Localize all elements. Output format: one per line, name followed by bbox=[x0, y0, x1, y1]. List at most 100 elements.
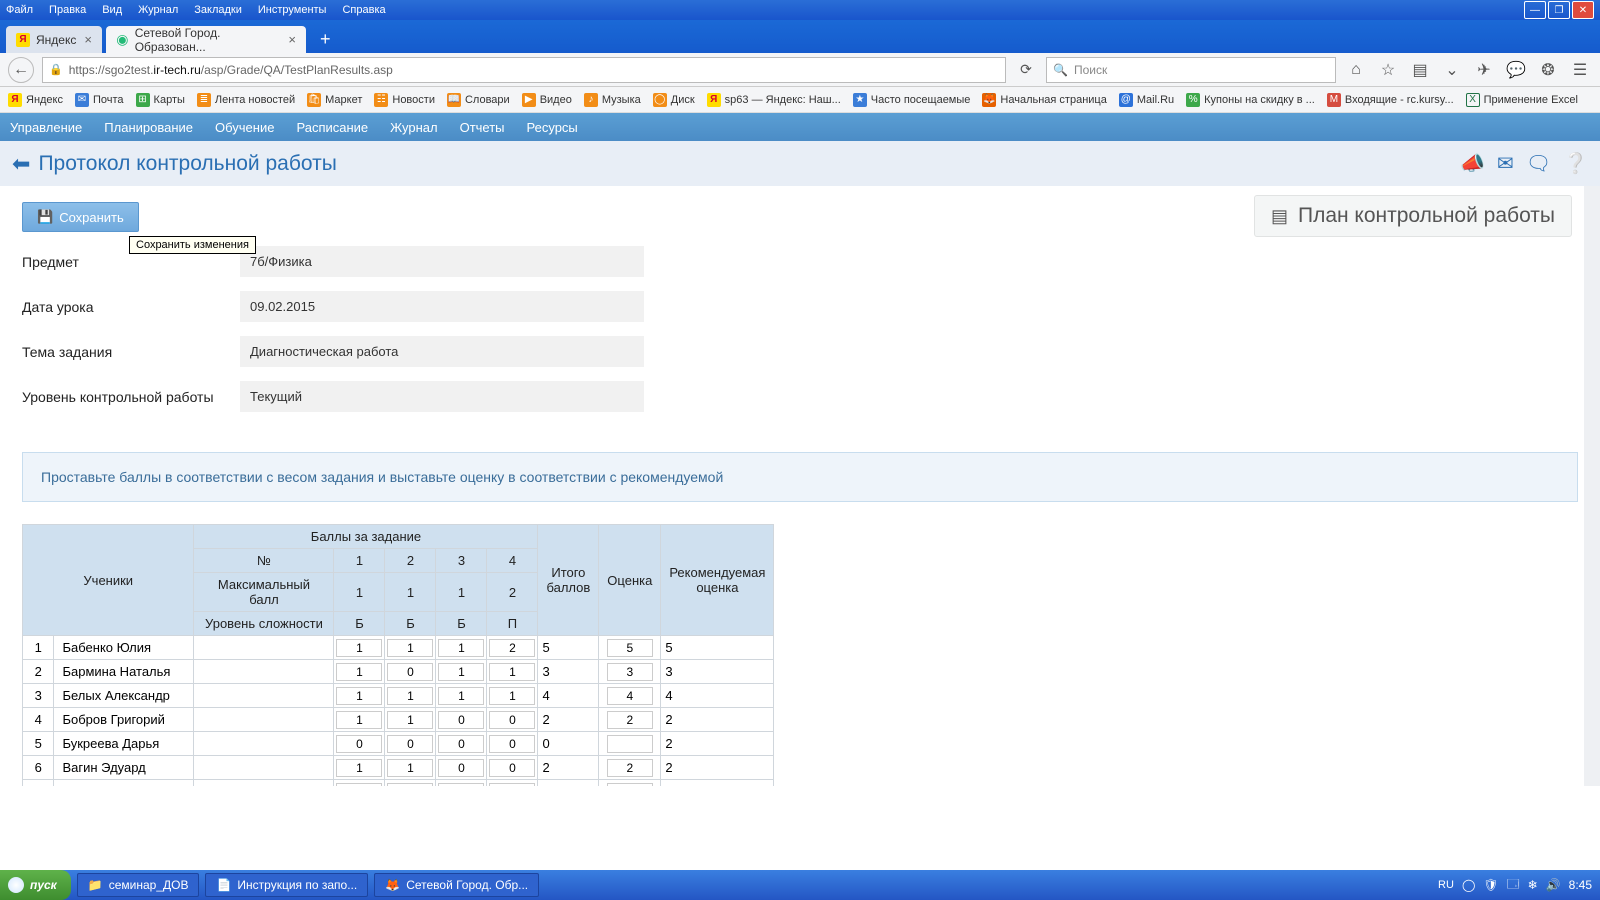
clock[interactable]: 8:45 bbox=[1569, 878, 1592, 892]
score-input[interactable] bbox=[336, 663, 382, 681]
score-input[interactable] bbox=[387, 639, 433, 657]
bookmark-item[interactable]: 🛍Маркет bbox=[307, 93, 362, 107]
home-icon[interactable]: ⌂ bbox=[1344, 61, 1368, 79]
tray-icon[interactable]: 🛡 bbox=[1483, 878, 1498, 892]
bookmark-item[interactable]: ☷Новости bbox=[374, 93, 435, 107]
taskbar-item[interactable]: 📁семинар_ДОВ bbox=[77, 873, 200, 897]
bookmark-item[interactable]: %Купоны на скидку в ... bbox=[1186, 93, 1315, 107]
score-input[interactable] bbox=[387, 687, 433, 705]
nav-item[interactable]: Ресурсы bbox=[527, 120, 578, 135]
bookmark-item[interactable]: 🦊Начальная страница bbox=[982, 93, 1106, 107]
grade-input[interactable] bbox=[607, 783, 653, 787]
bookmark-star-icon[interactable]: ☆ bbox=[1376, 60, 1400, 80]
bookmark-item[interactable]: Яsp63 — Яндекс: Наш... bbox=[707, 93, 841, 107]
bookmark-item[interactable]: MВходящие - rc.kursy... bbox=[1327, 93, 1454, 107]
bookmark-item[interactable]: ♪Музыка bbox=[584, 93, 641, 107]
nav-item[interactable]: Журнал bbox=[390, 120, 437, 135]
bookmark-item[interactable]: ◯Диск bbox=[653, 93, 695, 107]
bookmark-item[interactable]: ≣Лента новостей bbox=[197, 93, 295, 107]
url-bar[interactable]: 🔒 https://sgo2test.ir-tech.ru/asp/Grade/… bbox=[42, 57, 1006, 83]
grade-input[interactable] bbox=[607, 735, 653, 753]
score-input[interactable] bbox=[387, 663, 433, 681]
window-maximize-button[interactable]: ❐ bbox=[1548, 1, 1570, 19]
os-menu-item[interactable]: Правка bbox=[49, 4, 86, 16]
addon-icon[interactable]: ❂ bbox=[1536, 60, 1560, 80]
nav-item[interactable]: Планирование bbox=[104, 120, 193, 135]
browser-tab[interactable]: Я Яндекс × bbox=[6, 26, 102, 53]
score-input[interactable] bbox=[489, 711, 535, 729]
taskbar-item[interactable]: 📄Инструкция по запо... bbox=[205, 873, 368, 897]
tray-icon[interactable]: ❄ bbox=[1528, 878, 1538, 892]
score-input[interactable] bbox=[336, 783, 382, 787]
nav-item[interactable]: Управление bbox=[10, 120, 82, 135]
score-input[interactable] bbox=[438, 711, 484, 729]
score-input[interactable] bbox=[336, 735, 382, 753]
window-minimize-button[interactable]: — bbox=[1524, 1, 1546, 19]
reload-button[interactable]: ⟳ bbox=[1014, 61, 1038, 78]
score-input[interactable] bbox=[336, 687, 382, 705]
score-input[interactable] bbox=[387, 735, 433, 753]
score-input[interactable] bbox=[489, 759, 535, 777]
bookmark-item[interactable]: XПрименение Excel bbox=[1466, 93, 1578, 107]
plan-button[interactable]: ▤ План контрольной работы bbox=[1254, 195, 1572, 237]
start-button[interactable]: пуск bbox=[0, 870, 71, 900]
nav-back-button[interactable]: ← bbox=[8, 57, 34, 83]
tray-icon[interactable]: ◯ bbox=[1462, 878, 1475, 892]
taskbar-item[interactable]: 🦊Сетевой Город. Обр... bbox=[374, 873, 539, 897]
score-input[interactable] bbox=[336, 759, 382, 777]
score-input[interactable] bbox=[387, 783, 433, 787]
mail-icon[interactable]: ✉ bbox=[1497, 151, 1514, 176]
search-box[interactable]: 🔍 Поиск bbox=[1046, 57, 1336, 83]
bookmark-item[interactable]: 📖Словари bbox=[447, 93, 510, 107]
os-menu-item[interactable]: Закладки bbox=[194, 4, 242, 16]
bookmark-item[interactable]: ⊞Карты bbox=[136, 93, 185, 107]
chat-icon[interactable]: 💬 bbox=[1504, 60, 1528, 80]
nav-item[interactable]: Обучение bbox=[215, 120, 274, 135]
tab-close-icon[interactable]: × bbox=[288, 32, 296, 47]
forum-icon[interactable]: 🗨 bbox=[1526, 151, 1551, 176]
grade-input[interactable] bbox=[607, 759, 653, 777]
score-input[interactable] bbox=[336, 639, 382, 657]
score-input[interactable] bbox=[387, 759, 433, 777]
score-input[interactable] bbox=[489, 663, 535, 681]
score-input[interactable] bbox=[438, 639, 484, 657]
scrollbar[interactable] bbox=[1584, 186, 1600, 786]
menu-icon[interactable]: ☰ bbox=[1568, 60, 1592, 80]
score-input[interactable] bbox=[438, 687, 484, 705]
score-input[interactable] bbox=[489, 687, 535, 705]
bookmark-item[interactable]: ЯЯндекс bbox=[8, 93, 63, 107]
score-input[interactable] bbox=[489, 639, 535, 657]
bookmark-item[interactable]: ▶Видео bbox=[522, 93, 572, 107]
pocket-icon[interactable]: ⌄ bbox=[1440, 60, 1464, 80]
bookmark-item[interactable]: ✉Почта bbox=[75, 93, 124, 107]
nav-item[interactable]: Расписание bbox=[296, 120, 368, 135]
os-menu-item[interactable]: Справка bbox=[342, 4, 385, 16]
score-input[interactable] bbox=[438, 663, 484, 681]
window-close-button[interactable]: ✕ bbox=[1572, 1, 1594, 19]
bookmark-item[interactable]: @Mail.Ru bbox=[1119, 93, 1174, 107]
back-arrow-icon[interactable]: ⬅ bbox=[12, 151, 30, 177]
score-input[interactable] bbox=[438, 759, 484, 777]
os-menu-item[interactable]: Журнал bbox=[138, 4, 178, 16]
score-input[interactable] bbox=[489, 735, 535, 753]
browser-tab[interactable]: ◉ Сетевой Город. Образован... × bbox=[106, 26, 306, 53]
tab-close-icon[interactable]: × bbox=[84, 32, 92, 47]
send-icon[interactable]: ✈ bbox=[1472, 60, 1496, 80]
help-icon[interactable]: ❔ bbox=[1563, 151, 1588, 176]
tray-icon[interactable]: 🔊 bbox=[1546, 878, 1561, 892]
score-input[interactable] bbox=[438, 735, 484, 753]
grade-input[interactable] bbox=[607, 687, 653, 705]
nav-item[interactable]: Отчеты bbox=[460, 120, 505, 135]
library-icon[interactable]: ▤ bbox=[1408, 60, 1432, 80]
tray-icon[interactable]: 🗔 bbox=[1507, 875, 1520, 896]
bookmark-item[interactable]: ★Часто посещаемые bbox=[853, 93, 971, 107]
score-input[interactable] bbox=[489, 783, 535, 787]
grade-input[interactable] bbox=[607, 711, 653, 729]
new-tab-button[interactable]: + bbox=[310, 26, 341, 53]
score-input[interactable] bbox=[336, 711, 382, 729]
os-menu-item[interactable]: Файл bbox=[6, 4, 33, 16]
os-menu-item[interactable]: Инструменты bbox=[258, 4, 327, 16]
score-input[interactable] bbox=[438, 783, 484, 787]
grade-input[interactable] bbox=[607, 639, 653, 657]
save-button[interactable]: 💾 Сохранить bbox=[22, 202, 139, 232]
